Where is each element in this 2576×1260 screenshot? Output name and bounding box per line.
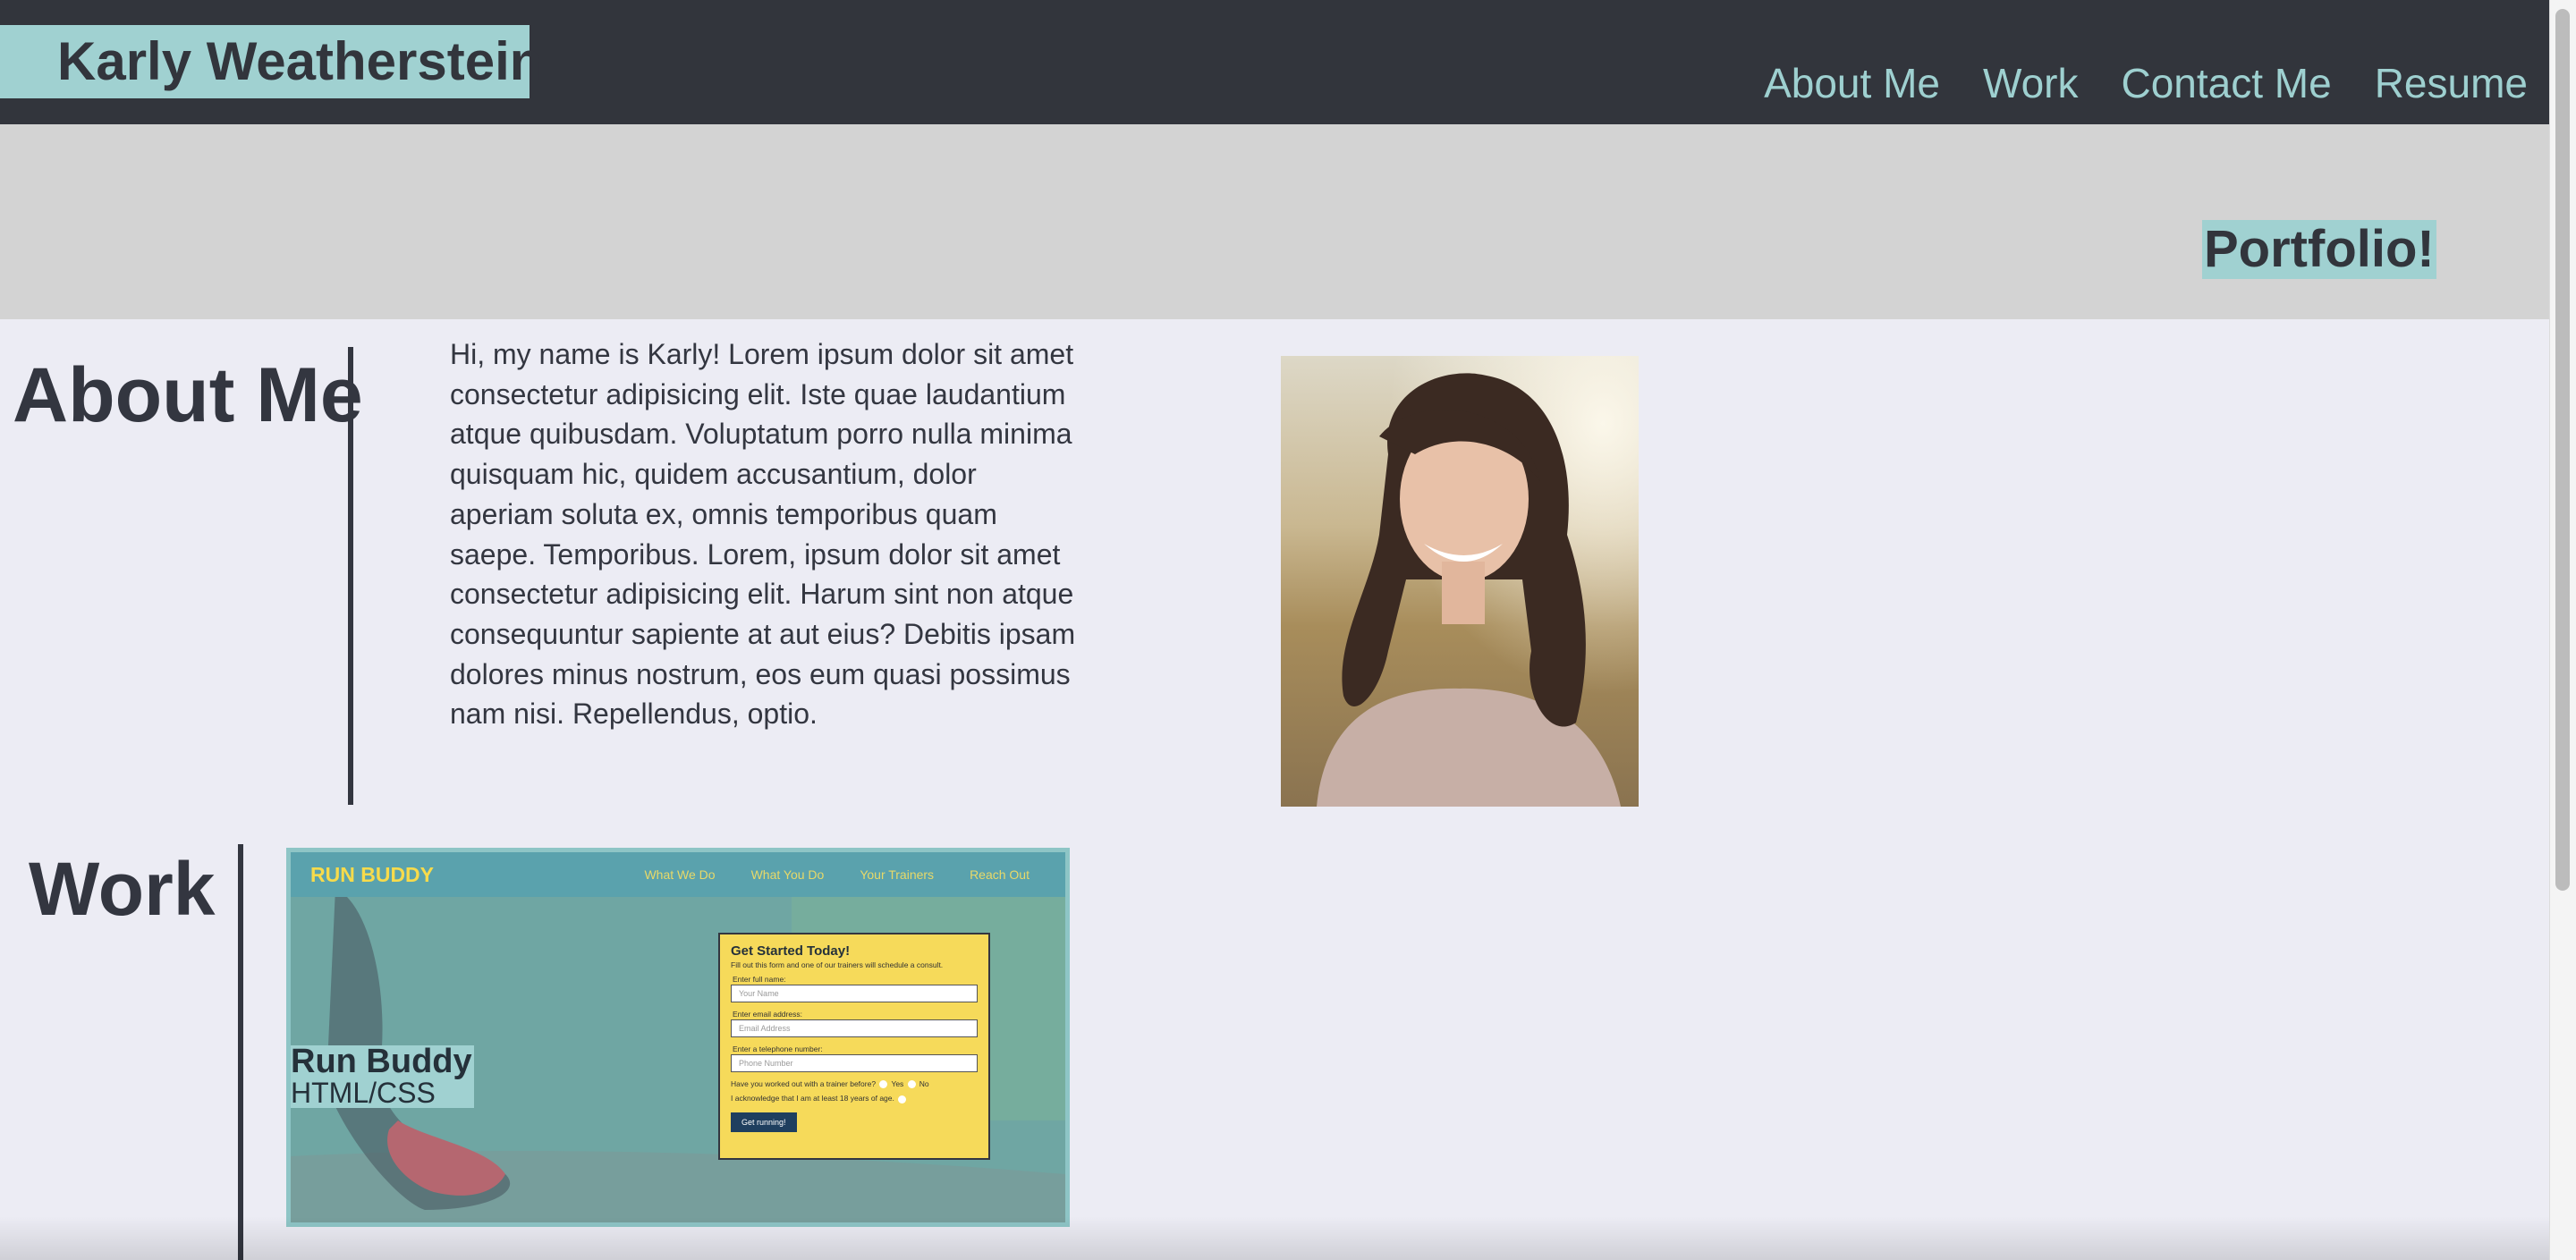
site-brand[interactable]: Karly Weatherstein [0,25,542,98]
vertical-scrollbar[interactable] [2549,0,2576,1260]
radio-icon [907,1080,916,1089]
site-header: Karly Weatherstein About Me Work Contact… [0,0,2549,124]
nav-link-about-me[interactable]: About Me [1764,52,1940,114]
project-title[interactable]: Run Buddy [291,1044,472,1078]
about-text: Hi, my name is Karly! Lorem ipsum dolor … [450,338,1076,731]
project-form-label: Enter full name: [733,975,786,984]
project-screenshot-link: Reach Out [970,867,1030,882]
about-heading: About Me [13,352,363,438]
project-card-run-buddy[interactable]: RUN BUDDY What We Do What You Do Your Tr… [286,848,1070,1227]
project-form-acknowledge-text: I acknowledge that I am at least 18 year… [731,1094,894,1104]
project-form-acknowledge: I acknowledge that I am at least 18 year… [731,1094,978,1104]
project-form-subtitle: Fill out this form and one of our traine… [731,960,944,969]
project-form-question-text: Have you worked out with a trainer befor… [731,1079,877,1088]
project-caption: Run Buddy HTML/CSS [291,1044,474,1109]
work-heading: Work [29,847,216,931]
project-tech: HTML/CSS [291,1077,436,1109]
checkbox-icon [898,1095,907,1104]
hero-banner: Portfolio! [0,124,2549,319]
project-screenshot-logo: RUN BUDDY [310,863,434,886]
project-screenshot-nav: RUN BUDDY What We Do What You Do Your Tr… [291,852,1065,897]
project-form-input: Your Name [731,985,978,1002]
about-divider [348,347,353,805]
project-form-no: No [919,1079,929,1088]
project-form-question: Have you worked out with a trainer befor… [731,1079,978,1089]
project-screenshot-links: What We Do What You Do Your Trainers Rea… [608,852,1030,897]
project-form-label: Enter email address: [733,1010,802,1019]
project-form-input: Email Address [731,1019,978,1037]
main-nav: About Me Work Contact Me Resume [1721,52,2528,114]
project-screenshot-link: What You Do [750,867,825,882]
hero-title: Portfolio! [2202,220,2436,279]
nav-link-contact-me[interactable]: Contact Me [2121,52,2331,114]
nav-link-resume[interactable]: Resume [2375,52,2528,114]
profile-photo-illustration [1281,356,1639,807]
radio-icon [879,1080,888,1089]
nav-link-work[interactable]: Work [1983,52,2079,114]
project-form-title: Get Started Today! [731,943,851,959]
project-screenshot-form: Get Started Today! Fill out this form an… [718,933,990,1160]
project-form-button: Get running! [731,1112,797,1132]
project-screenshot-link: Your Trainers [860,867,935,882]
scrollbar-thumb[interactable] [2555,9,2570,891]
work-divider [238,844,243,1260]
project-form-label: Enter a telephone number: [733,1044,823,1053]
project-screenshot-link: What We Do [644,867,716,882]
project-form-input: Phone Number [731,1054,978,1072]
profile-photo [1281,356,1639,807]
project-form-yes: Yes [891,1079,904,1088]
